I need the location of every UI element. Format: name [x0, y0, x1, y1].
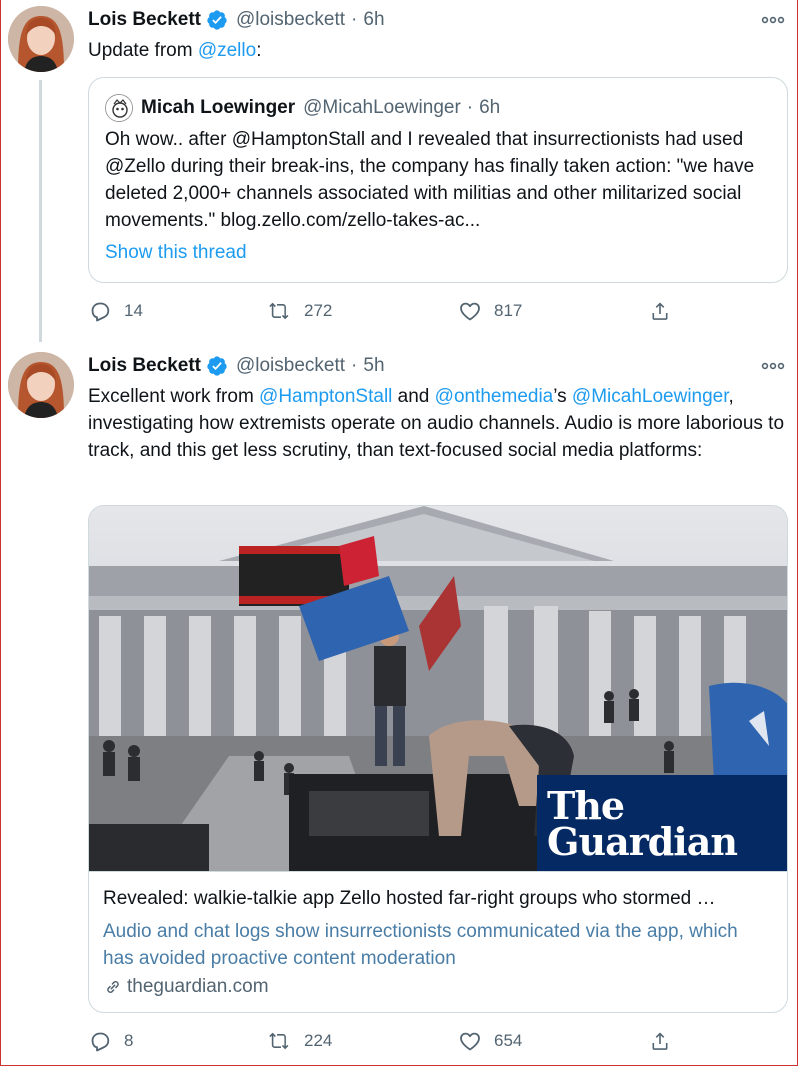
text-segment: ’s	[553, 386, 572, 407]
reply-button[interactable]: 14	[88, 297, 143, 325]
like-count: 654	[494, 1031, 523, 1050]
tweet-header: Lois Beckett @loisbeckett · 6h	[88, 7, 385, 33]
author-name[interactable]: Lois Beckett	[88, 355, 201, 377]
reply-icon	[91, 1032, 110, 1052]
show-thread-link[interactable]: Show this thread	[105, 242, 247, 264]
quoted-author-name: Micah Loewinger	[141, 97, 296, 118]
quoted-tweet-header: Micah Loewinger @MicahLoewinger · 6h	[105, 94, 500, 122]
card-title: Revealed: walkie-talkie app Zello hosted…	[103, 888, 716, 909]
text-segment: :	[256, 40, 262, 61]
card-domain-text: theguardian.com	[127, 976, 269, 997]
tweet-text: Excellent work from @HamptonStall and @o…	[88, 383, 788, 464]
separator-dot: ·	[351, 355, 358, 376]
reply-icon	[91, 302, 110, 322]
retweet-button[interactable]: 224	[268, 1027, 332, 1055]
share-button[interactable]	[648, 1027, 684, 1055]
tweet-header: Lois Beckett @loisbeckett · 5h	[88, 353, 385, 379]
quoted-tweet-text: Oh wow.. after @HamptonStall and I revea…	[105, 129, 755, 231]
mention-link[interactable]: @onthemedia	[435, 386, 554, 407]
share-button[interactable]	[648, 297, 684, 325]
card-description: Audio and chat logs show insurrectionist…	[103, 921, 738, 969]
author-handle[interactable]: @loisbeckett	[236, 9, 345, 31]
tweet-time[interactable]: 6h	[363, 9, 384, 31]
guardian-logo-line: Guardian	[547, 819, 738, 864]
like-button[interactable]: 817	[458, 297, 522, 325]
thread-connector	[39, 80, 42, 342]
text-segment: Update from	[88, 40, 198, 61]
text-segment: Excellent work from	[88, 386, 260, 407]
retweet-icon	[269, 1032, 289, 1050]
text-segment: and	[392, 386, 435, 407]
separator-dot: ·	[466, 97, 474, 118]
mention-link[interactable]: @MicahLoewinger	[572, 386, 729, 407]
separator-dot: ·	[351, 9, 358, 30]
quoted-avatar	[105, 94, 133, 122]
reply-count: 8	[124, 1031, 134, 1050]
link-preview-card[interactable]: The Guardian Revealed: walkie-talkie app…	[88, 505, 788, 1013]
like-button[interactable]: 654	[458, 1027, 522, 1055]
retweet-count: 272	[304, 301, 333, 320]
mention-link[interactable]: @HamptonStall	[259, 386, 392, 407]
tweet-actions: 8 224 654	[88, 1027, 688, 1055]
verified-badge-icon	[207, 10, 227, 30]
retweet-count: 224	[304, 1031, 333, 1050]
quoted-author-handle: @MicahLoewinger	[303, 97, 461, 118]
card-meta: Revealed: walkie-talkie app Zello hosted…	[89, 871, 787, 1012]
tweet[interactable]: Lois Beckett @loisbeckett · 5h Excellent…	[0, 342, 798, 1066]
retweet-button[interactable]: 272	[268, 297, 332, 325]
like-count: 817	[494, 301, 523, 320]
author-name[interactable]: Lois Beckett	[88, 9, 201, 31]
link-icon	[107, 981, 119, 993]
reply-count: 14	[124, 301, 143, 320]
share-icon	[652, 1032, 668, 1050]
tweet[interactable]: Lois Beckett @loisbeckett · 6h Update fr…	[0, 0, 798, 342]
share-icon	[652, 302, 668, 320]
tweet-text: Update from @zello:	[88, 37, 788, 64]
tweet-time[interactable]: 5h	[363, 355, 384, 377]
more-options-icon[interactable]	[760, 356, 786, 376]
card-domain: theguardian.com	[103, 976, 269, 998]
retweet-icon	[269, 302, 289, 320]
avatar[interactable]	[8, 6, 74, 72]
author-handle[interactable]: @loisbeckett	[236, 355, 345, 377]
heart-icon	[460, 1032, 480, 1051]
article-photo: The Guardian	[89, 506, 787, 871]
more-options-icon[interactable]	[760, 10, 786, 30]
verified-badge-icon	[207, 356, 227, 376]
mention-link[interactable]: @zello	[198, 40, 256, 61]
tweet-actions: 14 272 817	[88, 297, 688, 325]
quoted-tweet-time: 6h	[479, 97, 501, 118]
heart-icon	[460, 302, 480, 321]
avatar[interactable]	[8, 352, 74, 418]
reply-button[interactable]: 8	[88, 1027, 133, 1055]
quoted-tweet[interactable]: Micah Loewinger @MicahLoewinger · 6h Oh …	[88, 77, 788, 283]
guardian-logo: The Guardian	[537, 775, 787, 871]
